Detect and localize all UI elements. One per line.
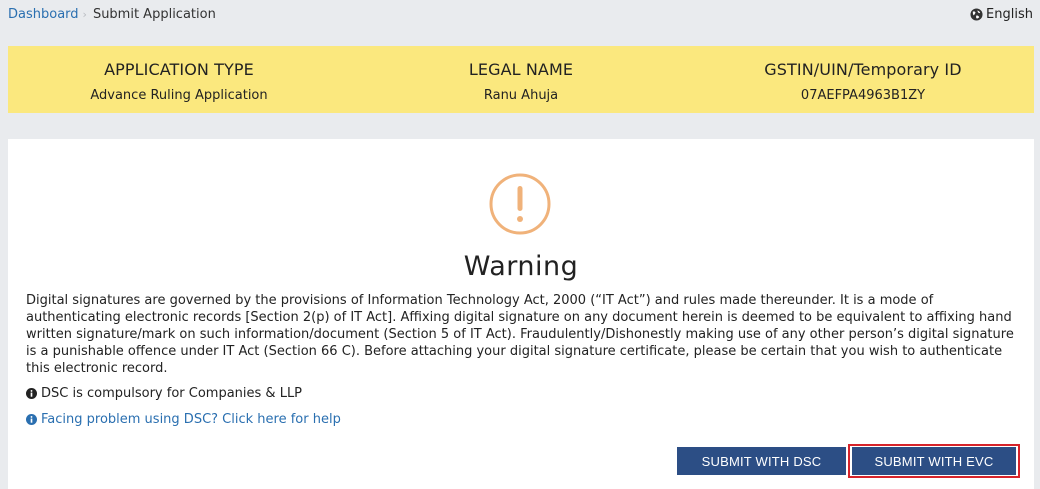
warning-text: Digital signatures are governed by the p…	[26, 293, 1014, 376]
gstin-column: GSTIN/UIN/Temporary ID 07AEFPA4963B1ZY	[692, 46, 1034, 113]
breadcrumb-current: Submit Application	[92, 7, 216, 22]
legal-name-value: Ranu Ahuja	[483, 88, 559, 103]
dsc-compulsory-note: DSC is compulsory for Companies & LLP	[26, 386, 302, 401]
warning-title: Warning	[463, 251, 579, 282]
gstin-value: 07AEFPA4963B1ZY	[800, 88, 926, 103]
application-type-value: Advance Ruling Application	[90, 88, 268, 103]
exclamation-circle-icon	[489, 173, 551, 235]
breadcrumb-separator: ›	[82, 8, 87, 21]
dsc-help-note: Facing problem using DSC? Click here for…	[26, 412, 341, 427]
language-selector[interactable]: English	[970, 7, 1033, 22]
info-icon	[26, 414, 37, 425]
top-bar: Dashboard › Submit Application English	[0, 0, 1040, 30]
dsc-help-link[interactable]: Facing problem using DSC? Click here for…	[41, 412, 341, 427]
globe-icon	[970, 8, 983, 21]
submit-with-evc-button[interactable]: SUBMIT WITH EVC	[852, 447, 1016, 475]
submit-with-dsc-button[interactable]: SUBMIT WITH DSC	[677, 447, 846, 475]
application-type-column: APPLICATION TYPE Advance Ruling Applicat…	[8, 46, 350, 113]
dsc-compulsory-text: DSC is compulsory for Companies & LLP	[41, 386, 303, 401]
gstin-heading: GSTIN/UIN/Temporary ID	[764, 60, 962, 79]
legal-name-heading: LEGAL NAME	[468, 60, 574, 79]
application-type-heading: APPLICATION TYPE	[104, 60, 254, 79]
legal-name-column: LEGAL NAME Ranu Ahuja	[350, 46, 692, 113]
breadcrumb-dashboard-link[interactable]: Dashboard	[8, 7, 79, 22]
application-info-bar: APPLICATION TYPE Advance Ruling Applicat…	[8, 46, 1034, 113]
breadcrumb: Dashboard › Submit Application	[8, 7, 216, 22]
info-icon	[26, 388, 37, 399]
language-label: English	[986, 7, 1033, 22]
warning-panel: Warning Digital signatures are governed …	[8, 139, 1034, 489]
